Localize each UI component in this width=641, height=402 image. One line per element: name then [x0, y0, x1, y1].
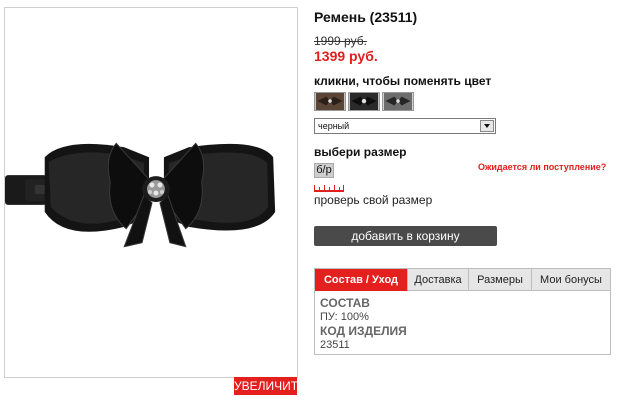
- add-to-cart-button[interactable]: добавить в корзину: [314, 226, 497, 246]
- composition-title: СОСТАВ: [320, 296, 370, 310]
- product-photo[interactable]: [5, 8, 297, 377]
- tab-sizes[interactable]: Размеры: [469, 269, 532, 291]
- zoom-button[interactable]: УВЕЛИЧИТЬ: [234, 377, 306, 395]
- tab-content: СОСТАВ ПУ: 100% КОД ИЗДЕЛИЯ 23511: [320, 296, 605, 352]
- restock-link[interactable]: Ожидается ли поступление?: [478, 162, 606, 172]
- product-image-frame: [4, 7, 298, 378]
- item-code-value: 23511: [320, 339, 350, 351]
- color-swatch-dark-gray[interactable]: [382, 92, 414, 111]
- size-label: выбери размер: [314, 145, 407, 159]
- color-swatch-black[interactable]: [348, 92, 380, 111]
- composition-value: ПУ: 100%: [320, 311, 369, 323]
- size-option-one-size[interactable]: б/р: [314, 163, 334, 178]
- color-select-value: черный: [318, 121, 350, 131]
- color-swatch-brown[interactable]: [314, 92, 346, 111]
- product-title: Ремень (23511): [314, 9, 418, 25]
- sale-price: 1399 руб.: [314, 48, 378, 64]
- old-price: 1999 руб.: [314, 34, 367, 48]
- info-tabs: Состав / Уход Доставка Размеры Мои бонус…: [314, 268, 611, 355]
- tab-delivery[interactable]: Доставка: [408, 269, 469, 291]
- size-check-link[interactable]: проверь свой размер: [314, 193, 432, 207]
- color-label: кликни, чтобы поменять цвет: [314, 74, 492, 88]
- ruler-icon: [314, 185, 344, 192]
- tab-my-bonuses[interactable]: Мои бонусы: [532, 269, 610, 291]
- item-code-title: КОД ИЗДЕЛИЯ: [320, 324, 407, 338]
- chevron-down-icon[interactable]: [480, 120, 494, 132]
- tab-composition-care[interactable]: Состав / Уход: [315, 269, 408, 291]
- color-select[interactable]: черный: [314, 118, 496, 134]
